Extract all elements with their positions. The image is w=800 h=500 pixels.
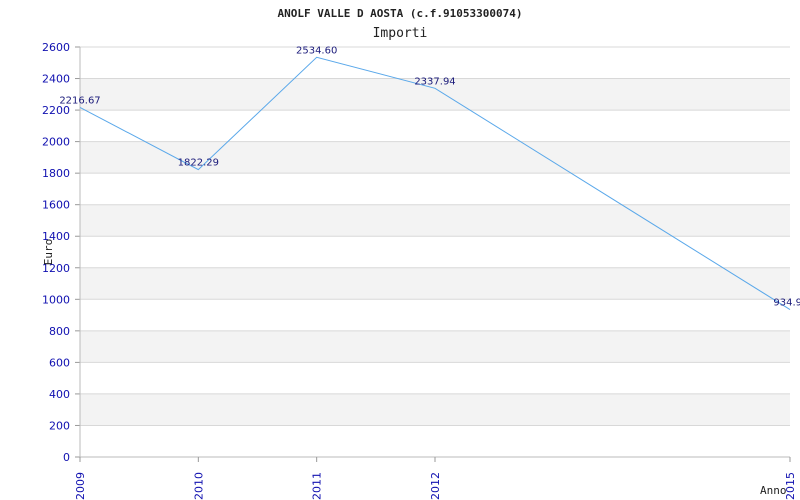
grid-band (80, 362, 790, 394)
grid-band (80, 173, 790, 205)
x-tick-labels: 2009 2010 2011 2012 2015 (74, 457, 797, 500)
grid-band (80, 204, 790, 237)
y-tick-label: 600 (49, 356, 70, 369)
y-tick-label: 2600 (42, 41, 70, 54)
data-label: 1822.29 (178, 158, 219, 169)
grid-band (80, 47, 790, 79)
y-tick-label: 1800 (42, 167, 70, 180)
data-label: 2337.94 (414, 76, 455, 87)
data-label: 934.9 (773, 298, 800, 309)
grid-band (80, 267, 790, 300)
x-tick-label: 2009 (74, 472, 87, 500)
grid-band (80, 110, 790, 142)
data-label: 2216.67 (59, 95, 100, 106)
plot-background (80, 47, 790, 457)
data-label: 2534.60 (296, 45, 337, 56)
y-tick-label: 0 (63, 451, 70, 464)
line-chart: ANOLF VALLE D AOSTA (c.f.91053300074) Im… (42, 7, 800, 500)
y-tick-label: 200 (49, 419, 70, 432)
y-tick-label: 1000 (42, 293, 70, 306)
y-tick-label: 2000 (42, 136, 70, 149)
y-tick-label: 800 (49, 325, 70, 338)
grid-band (80, 425, 790, 457)
grid-band (80, 330, 790, 363)
grid-band (80, 299, 790, 331)
y-axis-title: Euro (42, 239, 55, 266)
chart-title: ANOLF VALLE D AOSTA (c.f.91053300074) (277, 7, 522, 20)
x-axis-title: Anno (760, 484, 787, 497)
chart-subtitle: Importi (373, 26, 428, 41)
grid-band (80, 236, 790, 268)
y-tick-label: 2400 (42, 73, 70, 86)
x-tick-label: 2011 (311, 472, 324, 500)
grid-band (80, 393, 790, 426)
y-tick-label: 1600 (42, 199, 70, 212)
y-tick-label: 400 (49, 388, 70, 401)
x-tick-label: 2012 (429, 472, 442, 500)
x-tick-label: 2010 (192, 472, 205, 500)
